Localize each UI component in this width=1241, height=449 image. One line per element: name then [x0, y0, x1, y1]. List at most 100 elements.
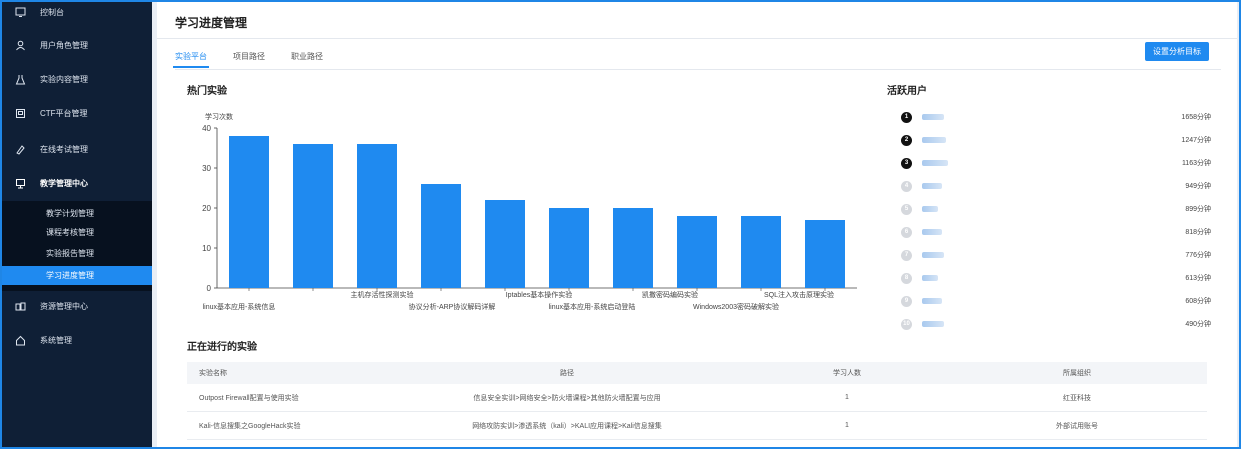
y-tick-label: 10 [202, 244, 211, 253]
study-time-value: 818分钟 [1185, 229, 1211, 236]
divider [175, 69, 1221, 70]
rank-badge: 2 [901, 134, 912, 146]
blurred-username [922, 160, 948, 166]
study-time-value: 1247分钟 [1181, 137, 1211, 144]
sidebar-item-label: 控制台 [40, 7, 64, 17]
blurred-username [922, 321, 944, 327]
rank-badge: 3 [901, 157, 912, 169]
cell-org: 红亚科技 [1063, 394, 1091, 402]
study-time-value: 1163分钟 [1181, 160, 1211, 167]
rank-badge: 4 [901, 180, 912, 192]
teaching-submenu: 教学计划管理 课程考核管理 实验报告管理 学习进度管理 [2, 201, 152, 291]
exam-icon [14, 143, 26, 155]
rank-badge: 10 [901, 318, 912, 330]
bar [357, 144, 397, 288]
sidebar-item-experiments[interactable]: 实验内容管理 [2, 69, 152, 89]
active-users-title: 活跃用户 [887, 86, 927, 97]
y-tick-label: 30 [202, 164, 211, 173]
blurred-username [922, 298, 942, 304]
tab-project-path[interactable]: 项目路径 [233, 51, 265, 69]
column-header: 所属组织 [1063, 370, 1091, 377]
sidebar-item-system[interactable]: 系统管理 [2, 330, 152, 350]
active-user-row[interactable]: 10 490分钟 [901, 318, 1211, 330]
hot-experiments-chart: 学习次数010203040实验linux基本应用-系统信息主机存活性探测实验协议… [202, 112, 857, 311]
tab-lab-platform[interactable]: 实验平台 [173, 51, 209, 69]
rank-badge: 9 [901, 295, 912, 307]
sidebar: 控制台 用户角色管理 实验内容管理 CTF平台管理 在线考试管理 教学管理中心 … [2, 2, 152, 447]
sidebar-item-teaching[interactable]: 教学管理中心 [2, 173, 152, 193]
blurred-username [922, 229, 942, 235]
sidebar-item-label: 系统管理 [40, 335, 72, 345]
sidebar-item-label: 资源管理中心 [40, 301, 88, 311]
x-tick-label: linux基本应用-系统启动登陆 [549, 302, 636, 311]
submenu-item-plan[interactable]: 教学计划管理 [2, 204, 152, 223]
active-user-row[interactable]: 8 613分钟 [901, 272, 1211, 284]
study-time-value: 776分钟 [1185, 252, 1211, 259]
active-user-row[interactable]: 5 899分钟 [901, 203, 1211, 215]
submenu-item-report[interactable]: 实验报告管理 [2, 244, 152, 263]
active-user-row[interactable]: 1 1658分钟 [901, 111, 1211, 123]
cell-count: 1 [845, 422, 849, 429]
y-tick-label: 0 [207, 284, 212, 293]
bar [485, 200, 525, 288]
bar [677, 216, 717, 288]
page-title: 学习进度管理 [175, 16, 248, 30]
blurred-username [922, 206, 938, 212]
x-tick-label: Iptables基本操作实验 [506, 290, 573, 299]
active-user-row[interactable]: 3 1163分钟 [901, 157, 1211, 169]
active-user-row[interactable]: 7 776分钟 [901, 249, 1211, 261]
rank-badge: 7 [901, 249, 912, 261]
submenu-item-progress[interactable]: 学习进度管理 [2, 266, 152, 285]
study-time-value: 613分钟 [1185, 275, 1211, 282]
main-content: 学习进度管理 实验平台 项目路径 职业路径 设置分析目标 热门实验 活跃用户 学… [157, 2, 1237, 447]
blurred-username [922, 183, 942, 189]
sidebar-item-resources[interactable]: 资源管理中心 [2, 296, 152, 316]
y-tick-label: 20 [202, 204, 211, 213]
set-analysis-goal-button[interactable]: 设置分析目标 [1145, 42, 1209, 61]
tab-career-path[interactable]: 职业路径 [291, 51, 323, 69]
sidebar-item-exams[interactable]: 在线考试管理 [2, 139, 152, 159]
sidebar-item-dashboard[interactable]: 控制台 [2, 2, 152, 22]
sidebar-item-label: 实验内容管理 [40, 74, 88, 84]
cell-path: 信息安全实训>网络安全>防火墙课程>其他防火墙配置与应用 [473, 394, 661, 402]
sidebar-item-users[interactable]: 用户角色管理 [2, 35, 152, 55]
running-experiments-table: 实验名称 路径 学习人数 所属组织 Outpost Firewall配置与使用实… [187, 362, 1207, 440]
bar [741, 216, 781, 288]
x-tick-label: 协议分析-ARP协议解码详解 [409, 302, 496, 311]
sidebar-item-label: CTF平台管理 [40, 108, 88, 118]
active-user-row[interactable]: 9 608分钟 [901, 295, 1211, 307]
active-user-row[interactable]: 6 818分钟 [901, 226, 1211, 238]
bar [293, 144, 333, 288]
cell-name: Kali-信息搜集之GoogleHack实验 [199, 422, 301, 430]
sidebar-item-ctf[interactable]: CTF平台管理 [2, 103, 152, 123]
rank-badge: 8 [901, 272, 912, 284]
y-tick-label: 40 [202, 124, 211, 133]
sidebar-item-label: 用户角色管理 [40, 40, 88, 50]
hot-experiments-title: 热门实验 [187, 86, 227, 97]
ctf-icon [14, 107, 26, 119]
column-header: 实验名称 [199, 370, 227, 377]
flask-icon [14, 73, 26, 85]
submenu-item-assessment[interactable]: 课程考核管理 [2, 223, 152, 242]
column-header: 学习人数 [833, 370, 861, 377]
table-row[interactable]: Kali-信息搜集之GoogleHack实验 网络攻防实训>渗透系统（kali）… [187, 412, 1207, 440]
y-axis-label: 学习次数 [205, 112, 233, 121]
running-experiments-title: 正在进行的实验 [187, 342, 257, 353]
x-tick-label: 主机存活性探测实验 [351, 290, 414, 299]
table-row[interactable]: Outpost Firewall配置与使用实验 信息安全实训>网络安全>防火墙课… [187, 384, 1207, 412]
x-tick-label: 凯撒密码编码实验 [642, 290, 698, 299]
blurred-username [922, 252, 944, 258]
sidebar-item-label: 在线考试管理 [40, 144, 88, 154]
sidebar-item-label: 教学管理中心 [40, 178, 88, 188]
study-time-value: 949分钟 [1185, 183, 1211, 190]
bar [549, 208, 589, 288]
cell-org: 外部试用账号 [1056, 422, 1098, 430]
user-icon [14, 39, 26, 51]
x-tick-label: linux基本应用-系统信息 [203, 302, 276, 311]
cell-name: Outpost Firewall配置与使用实验 [199, 394, 299, 402]
active-user-row[interactable]: 2 1247分钟 [901, 134, 1211, 146]
cell-path: 网络攻防实训>渗透系统（kali）>KALI应用课程>Kali信息搜集 [472, 422, 662, 430]
blurred-username [922, 137, 946, 143]
study-time-value: 899分钟 [1185, 206, 1211, 213]
active-user-row[interactable]: 4 949分钟 [901, 180, 1211, 192]
